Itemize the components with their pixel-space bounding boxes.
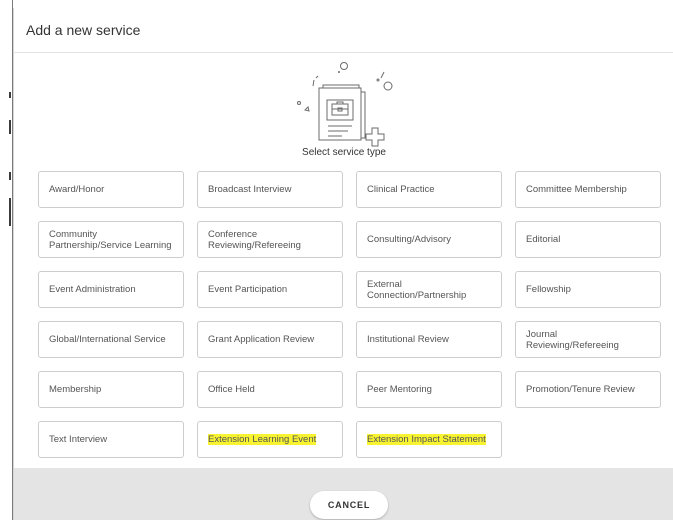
service-option-editorial[interactable]: Editorial xyxy=(515,221,661,258)
service-type-grid: Award/Honor Broadcast Interview Clinical P… xyxy=(38,171,661,458)
service-option-label: Event Participation xyxy=(208,284,288,295)
service-option-broadcast-interview[interactable]: Broadcast Interview xyxy=(197,171,343,208)
service-option-label: Promotion/Tenure Review xyxy=(526,384,635,395)
edge-mark xyxy=(9,92,11,98)
service-option-award-honor[interactable]: Award/Honor xyxy=(38,171,184,208)
service-option-extension-learning-event[interactable]: Extension Learning Event xyxy=(197,421,343,458)
service-option-promotion-tenure-review[interactable]: Promotion/Tenure Review xyxy=(515,371,661,408)
dialog-header: Add a new service xyxy=(14,8,673,53)
service-option-label: Editorial xyxy=(526,234,561,245)
service-option-label: Extension Impact Statement xyxy=(367,434,486,445)
service-option-global-international-service[interactable]: Global/International Service xyxy=(38,321,184,358)
dialog-title: Add a new service xyxy=(26,22,141,38)
service-option-label: Fellowship xyxy=(526,284,571,295)
service-option-consulting-advisory[interactable]: Consulting/Advisory xyxy=(356,221,502,258)
service-option-label: Consulting/Advisory xyxy=(367,234,451,245)
service-option-label: Membership xyxy=(49,384,102,395)
service-option-label: Grant Application Review xyxy=(208,334,315,345)
edge-mark xyxy=(9,120,11,134)
edge-mark xyxy=(9,172,11,180)
service-option-peer-mentoring[interactable]: Peer Mentoring xyxy=(356,371,502,408)
service-option-label: Broadcast Interview xyxy=(208,184,292,195)
service-option-external-connection-partnership[interactable]: External Connection/Partnership xyxy=(356,271,502,308)
service-option-label: Office Held xyxy=(208,384,255,395)
service-option-event-administration[interactable]: Event Administration xyxy=(38,271,184,308)
service-option-label: Community Partnership/Service Learning xyxy=(49,228,172,251)
service-option-institutional-review[interactable]: Institutional Review xyxy=(356,321,502,358)
service-option-label: Extension Learning Event xyxy=(208,434,317,445)
service-option-label: Journal Reviewing/Refereeing xyxy=(526,328,619,351)
service-option-extension-impact-statement[interactable]: Extension Impact Statement xyxy=(356,421,502,458)
service-option-label: Global/International Service xyxy=(49,334,166,345)
service-option-event-participation[interactable]: Event Participation xyxy=(197,271,343,308)
service-option-label: External Connection/Partnership xyxy=(367,278,467,301)
service-option-committee-membership[interactable]: Committee Membership xyxy=(515,171,661,208)
service-option-office-held[interactable]: Office Held xyxy=(197,371,343,408)
service-option-clinical-practice[interactable]: Clinical Practice xyxy=(356,171,502,208)
service-option-membership[interactable]: Membership xyxy=(38,371,184,408)
service-option-label: Clinical Practice xyxy=(367,184,435,195)
briefcase-document-add-icon xyxy=(297,62,393,147)
service-option-community-partnership-service-learning[interactable]: Community Partnership/Service Learning xyxy=(38,221,184,258)
service-option-label: Award/Honor xyxy=(49,184,105,195)
cancel-button[interactable]: CANCEL xyxy=(310,491,388,519)
service-option-label: Text Interview xyxy=(49,434,108,445)
service-option-label: Conference Reviewing/Refereeing xyxy=(208,228,301,251)
add-service-dialog: Add a new service Select service type Aw… xyxy=(13,8,673,520)
dialog-footer: CANCEL xyxy=(14,468,673,520)
edge-mark xyxy=(9,198,11,226)
service-option-label: Committee Membership xyxy=(526,184,627,195)
service-option-grant-application-review[interactable]: Grant Application Review xyxy=(197,321,343,358)
service-option-conference-reviewing-refereeing[interactable]: Conference Reviewing/Refereeing xyxy=(197,221,343,258)
service-option-journal-reviewing-refereeing[interactable]: Journal Reviewing/Refereeing xyxy=(515,321,661,358)
service-option-label: Event Administration xyxy=(49,284,136,295)
service-option-fellowship[interactable]: Fellowship xyxy=(515,271,661,308)
background-window-edge xyxy=(0,0,13,520)
service-option-text-interview[interactable]: Text Interview xyxy=(38,421,184,458)
service-option-label: Peer Mentoring xyxy=(367,384,432,395)
service-option-label: Institutional Review xyxy=(367,334,449,345)
select-service-type-label: Select service type xyxy=(302,147,386,158)
